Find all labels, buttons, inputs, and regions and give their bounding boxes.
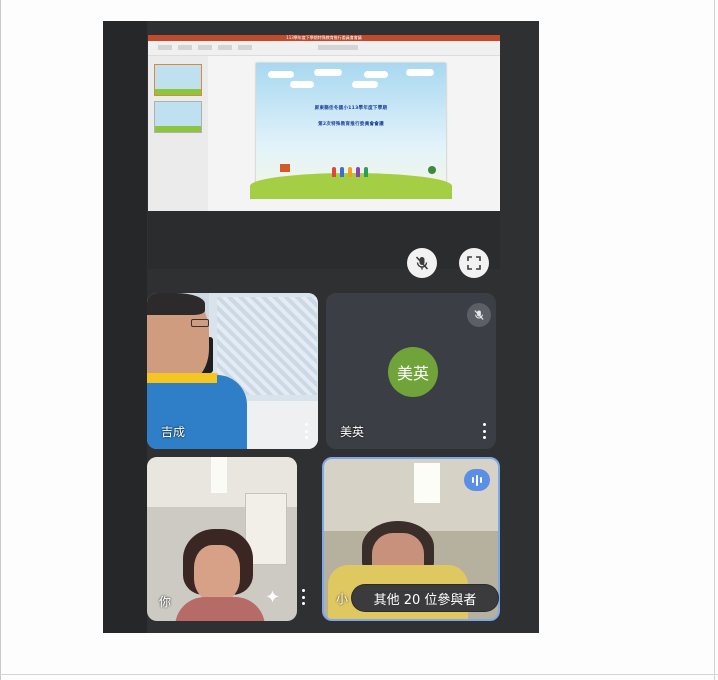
speaking-indicator-icon	[464, 469, 490, 491]
slide-figure	[348, 167, 352, 177]
ceiling-light	[414, 463, 440, 503]
other-participants-chip[interactable]: 其他 20 位參與者	[352, 585, 498, 611]
slide-house	[280, 164, 290, 172]
participant-name: 你	[159, 595, 172, 609]
participant-tile[interactable]: 美英 美英	[326, 293, 496, 449]
mic-off-icon	[474, 310, 484, 320]
cloud	[290, 81, 314, 88]
slide-title-line-1: 屏東縣佳冬國小113學年度下學期	[314, 106, 388, 111]
cloud	[268, 71, 294, 78]
share-controls-area	[148, 211, 500, 269]
mic-off-icon	[415, 256, 429, 270]
ceiling-light	[211, 457, 227, 493]
more-options-icon[interactable]	[304, 423, 308, 439]
current-slide: 屏東縣佳冬國小113學年度下學期 第2次特殊教育推行委員會會議	[250, 63, 452, 199]
slide-figure	[364, 167, 368, 177]
toolbar-item	[158, 45, 172, 50]
screen-shade	[103, 21, 147, 633]
muted-mic-badge	[467, 303, 491, 327]
slide-tree	[428, 166, 436, 174]
participant-video	[194, 545, 240, 601]
slide-title-line-2: 第2次特殊教育推行委員會會議	[318, 122, 384, 127]
cloud	[364, 71, 388, 78]
slide-thumbnail-pane	[148, 56, 208, 211]
more-options-icon[interactable]	[482, 423, 486, 439]
participant-collar	[147, 373, 217, 383]
participant-shirt	[175, 597, 265, 621]
more-options-icon[interactable]	[301, 589, 305, 605]
cloud	[352, 81, 378, 88]
participant-tile[interactable]: 吉成	[147, 293, 318, 449]
fullscreen-button[interactable]	[459, 248, 489, 278]
participant-avatar: 美英	[388, 347, 438, 397]
cloud	[406, 69, 434, 76]
frame-edge-left	[0, 0, 1, 680]
mute-presentation-button[interactable]	[407, 248, 437, 278]
slide-thumbnail	[154, 101, 202, 133]
participant-name: 吉成	[161, 425, 186, 439]
toolbar-item	[198, 45, 212, 50]
meeting-screen: 113學年度下學期特殊教育推行委員會會議 屏東縣佳冬國小113學年度下學期 第2…	[103, 21, 539, 633]
slide-figure	[356, 167, 360, 177]
toolbar-item	[218, 45, 232, 50]
toolbar-item	[318, 45, 358, 50]
participant-name: 小	[336, 592, 349, 606]
participant-hair	[147, 293, 205, 315]
frame-edge-bottom	[0, 674, 718, 675]
self-view-tile[interactable]: 你 ✦	[147, 457, 297, 621]
toolbar-item	[178, 45, 192, 50]
slide-thumbnail	[154, 64, 202, 96]
slide-figure	[340, 167, 344, 177]
cloud	[314, 69, 342, 76]
toolbar-item	[238, 45, 252, 50]
participant-glasses	[191, 319, 209, 327]
shared-screen[interactable]: 113學年度下學期特殊教育推行委員會會議 屏東縣佳冬國小113學年度下學期 第2…	[148, 35, 500, 211]
presentation-toolbar	[148, 41, 500, 56]
slide-figure	[332, 167, 336, 177]
fullscreen-icon	[467, 256, 481, 270]
sparkle-icon[interactable]: ✦	[265, 589, 280, 607]
frame-edge-right	[714, 0, 715, 680]
participant-name: 美英	[340, 425, 365, 439]
